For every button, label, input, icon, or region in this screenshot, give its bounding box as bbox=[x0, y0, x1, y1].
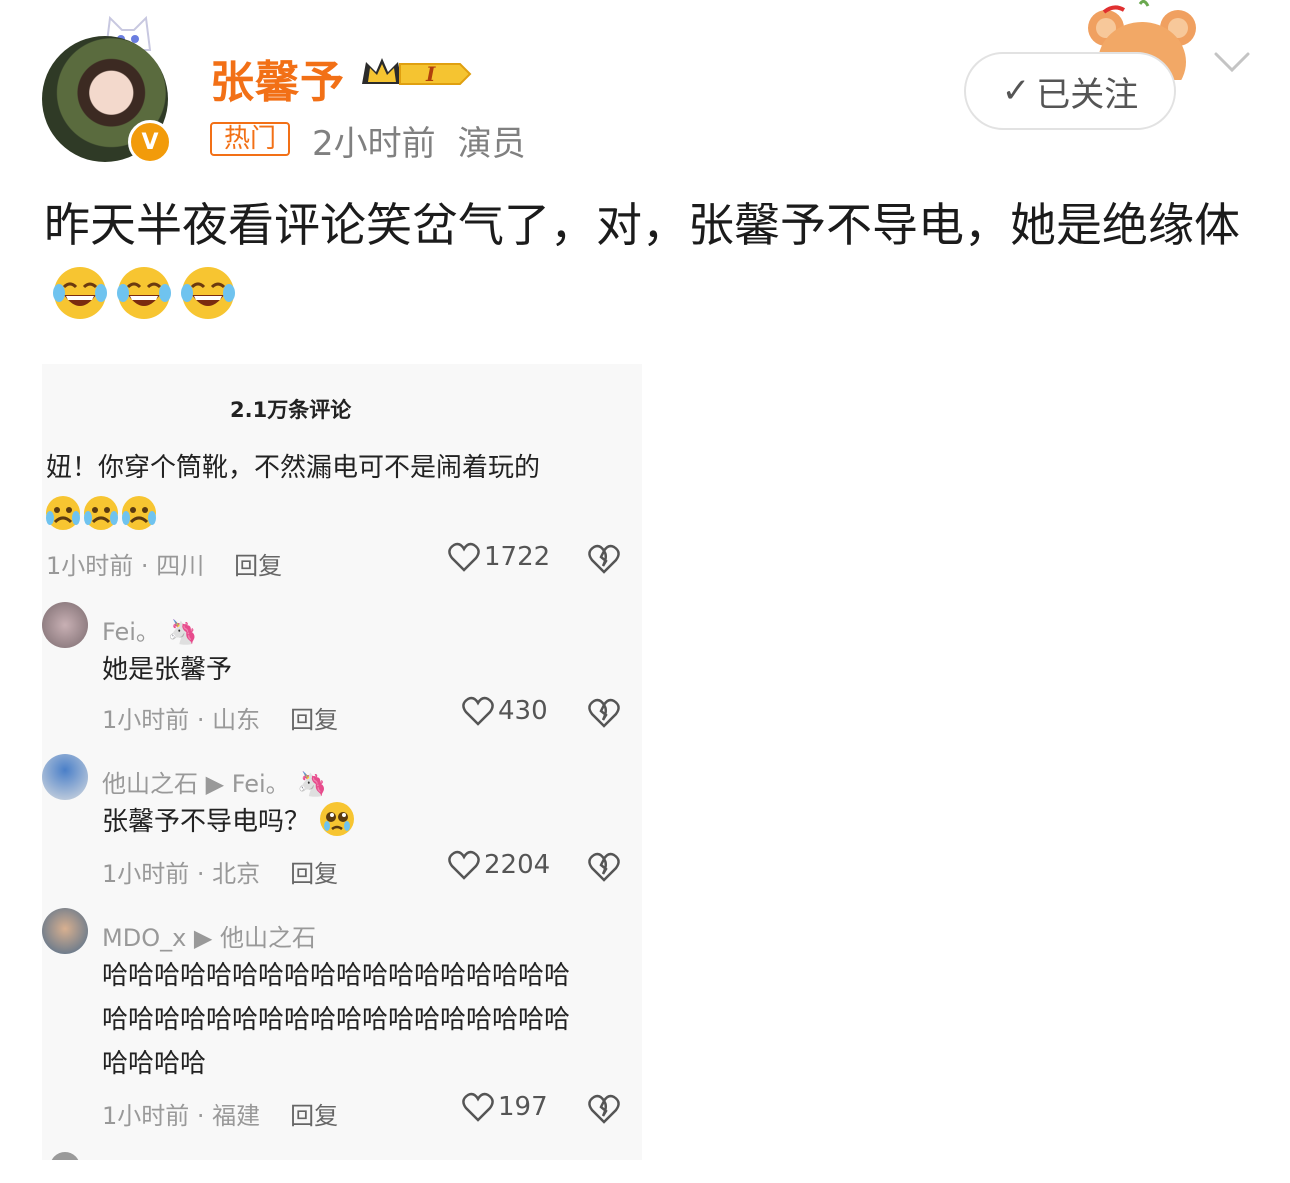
like-count: 197 bbox=[498, 1092, 548, 1122]
crying-emoji-icon bbox=[46, 496, 80, 530]
reply-arrow-icon: ▶ bbox=[205, 770, 225, 798]
comments-count-title: 2.1万条评论 bbox=[230, 398, 352, 422]
like-button[interactable]: 197 bbox=[462, 1092, 548, 1122]
post-body: 昨天半夜看评论笑岔气了，对，张馨予不导电，她是绝缘体 bbox=[44, 198, 1240, 252]
post-meta: 2小时前 演员 bbox=[312, 116, 526, 165]
broken-heart-icon[interactable] bbox=[587, 542, 621, 576]
laugh-cry-emoji-icon bbox=[181, 267, 235, 319]
comment-time-location: 1小时前 · 山东 bbox=[102, 706, 261, 734]
crying-emoji-icon bbox=[84, 496, 118, 530]
heart-icon bbox=[448, 542, 480, 572]
comment-text-line: 哈哈哈哈哈哈哈哈哈哈哈哈哈哈哈哈哈哈 bbox=[102, 1005, 571, 1035]
user-avatar[interactable]: V bbox=[42, 36, 172, 164]
level-badge-text: I bbox=[425, 62, 436, 86]
like-button[interactable]: 1722 bbox=[448, 542, 550, 572]
comment-time-location: 1小时前 · 四川 bbox=[46, 552, 205, 580]
laugh-cry-emoji-icon bbox=[117, 267, 171, 319]
heart-icon bbox=[462, 1092, 494, 1122]
like-count: 1722 bbox=[484, 542, 551, 572]
comment-emojis bbox=[44, 494, 158, 532]
like-button[interactable]: 2204 bbox=[448, 850, 550, 880]
user-name[interactable]: 张馨予 bbox=[210, 46, 345, 110]
comment-time-location: 1小时前 · 北京 bbox=[102, 860, 261, 888]
like-count: 430 bbox=[498, 696, 548, 726]
heart-icon bbox=[448, 850, 480, 880]
like-count: 2204 bbox=[484, 850, 551, 880]
comment-meta: 1小时前 · 四川 回复 bbox=[46, 546, 282, 581]
crying-emoji-icon bbox=[122, 496, 156, 530]
comment-text-body: 张馨予不导电吗？ bbox=[102, 807, 311, 837]
post-text: 昨天半夜看评论笑岔气了，对，张馨予不导电，她是绝缘体 bbox=[44, 190, 1254, 330]
commenter-name[interactable]: 他山之石 ▶ Fei。 🦄 bbox=[102, 764, 327, 799]
pleading-emoji-icon bbox=[320, 802, 355, 836]
follow-button-label: 已关注 bbox=[1036, 74, 1139, 115]
hot-tag: 热门 bbox=[210, 122, 290, 156]
commenter-name[interactable]: MDO_x ▶ 他山之石 bbox=[102, 918, 316, 953]
reply-link[interactable]: 回复 bbox=[290, 1102, 338, 1130]
comment-text-line: 哈哈哈哈哈哈哈哈哈哈哈哈哈哈哈哈哈哈 bbox=[102, 961, 571, 991]
comment-meta: 1小时前 · 山东 回复 bbox=[102, 700, 338, 735]
commenter-avatar[interactable] bbox=[42, 602, 88, 648]
commenter-name-text: 他山之石 bbox=[102, 770, 198, 798]
comment-text: 妞！你穿个筒靴，不然漏电可不是闹着玩的 bbox=[46, 453, 541, 483]
commenter-name[interactable]: Fei。 🦄 bbox=[102, 612, 197, 647]
commenter-avatar[interactable] bbox=[42, 908, 88, 954]
reply-link[interactable]: 回复 bbox=[234, 552, 282, 580]
chevron-down-icon[interactable] bbox=[1212, 46, 1252, 78]
comment-text: 她是张馨予 bbox=[102, 655, 233, 685]
commenter-avatar[interactable] bbox=[42, 754, 88, 800]
reply-link[interactable]: 回复 bbox=[290, 860, 338, 888]
post-time: 2小时前 bbox=[312, 124, 436, 164]
reply-to-name: 他山之石 bbox=[220, 924, 317, 952]
like-button[interactable]: 430 bbox=[462, 696, 548, 726]
reply-to-name: Fei。 bbox=[231, 770, 290, 798]
commenter-name-text: Fei。 bbox=[102, 618, 160, 646]
broken-heart-icon[interactable] bbox=[587, 1092, 621, 1126]
check-icon: ✓ bbox=[1001, 71, 1031, 111]
laugh-cry-emoji-icon bbox=[53, 267, 107, 319]
comment-text: 张馨予不导电吗？ bbox=[102, 800, 356, 844]
crown-level-badge-icon: I bbox=[362, 58, 472, 86]
heart-icon bbox=[462, 696, 494, 726]
reply-link[interactable]: 回复 bbox=[290, 706, 338, 734]
verified-v-icon: V bbox=[128, 120, 172, 164]
comment-text-line: 哈哈哈哈 bbox=[102, 1049, 207, 1079]
unicorn-icon: 🦄 bbox=[167, 618, 198, 646]
unicorn-icon: 🦄 bbox=[297, 770, 328, 798]
comments-screenshot-image[interactable]: 2.1万条评论 妞！你穿个筒靴，不然漏电可不是闹着玩的 1小时前 · 四川 回复 … bbox=[42, 364, 642, 1160]
commenter-name-text: MDO_x bbox=[102, 924, 187, 952]
broken-heart-icon[interactable] bbox=[587, 696, 621, 730]
comment-meta: 1小时前 · 福建 回复 bbox=[102, 1096, 338, 1131]
follow-button[interactable]: ✓ 已关注 bbox=[964, 52, 1176, 130]
commenter-avatar[interactable] bbox=[50, 1152, 80, 1160]
comment-time-location: 1小时前 · 福建 bbox=[102, 1102, 261, 1130]
reply-arrow-icon: ▶ bbox=[193, 924, 213, 952]
broken-heart-icon[interactable] bbox=[587, 850, 621, 884]
comment-meta: 1小时前 · 北京 回复 bbox=[102, 854, 338, 889]
user-role: 演员 bbox=[457, 124, 526, 164]
